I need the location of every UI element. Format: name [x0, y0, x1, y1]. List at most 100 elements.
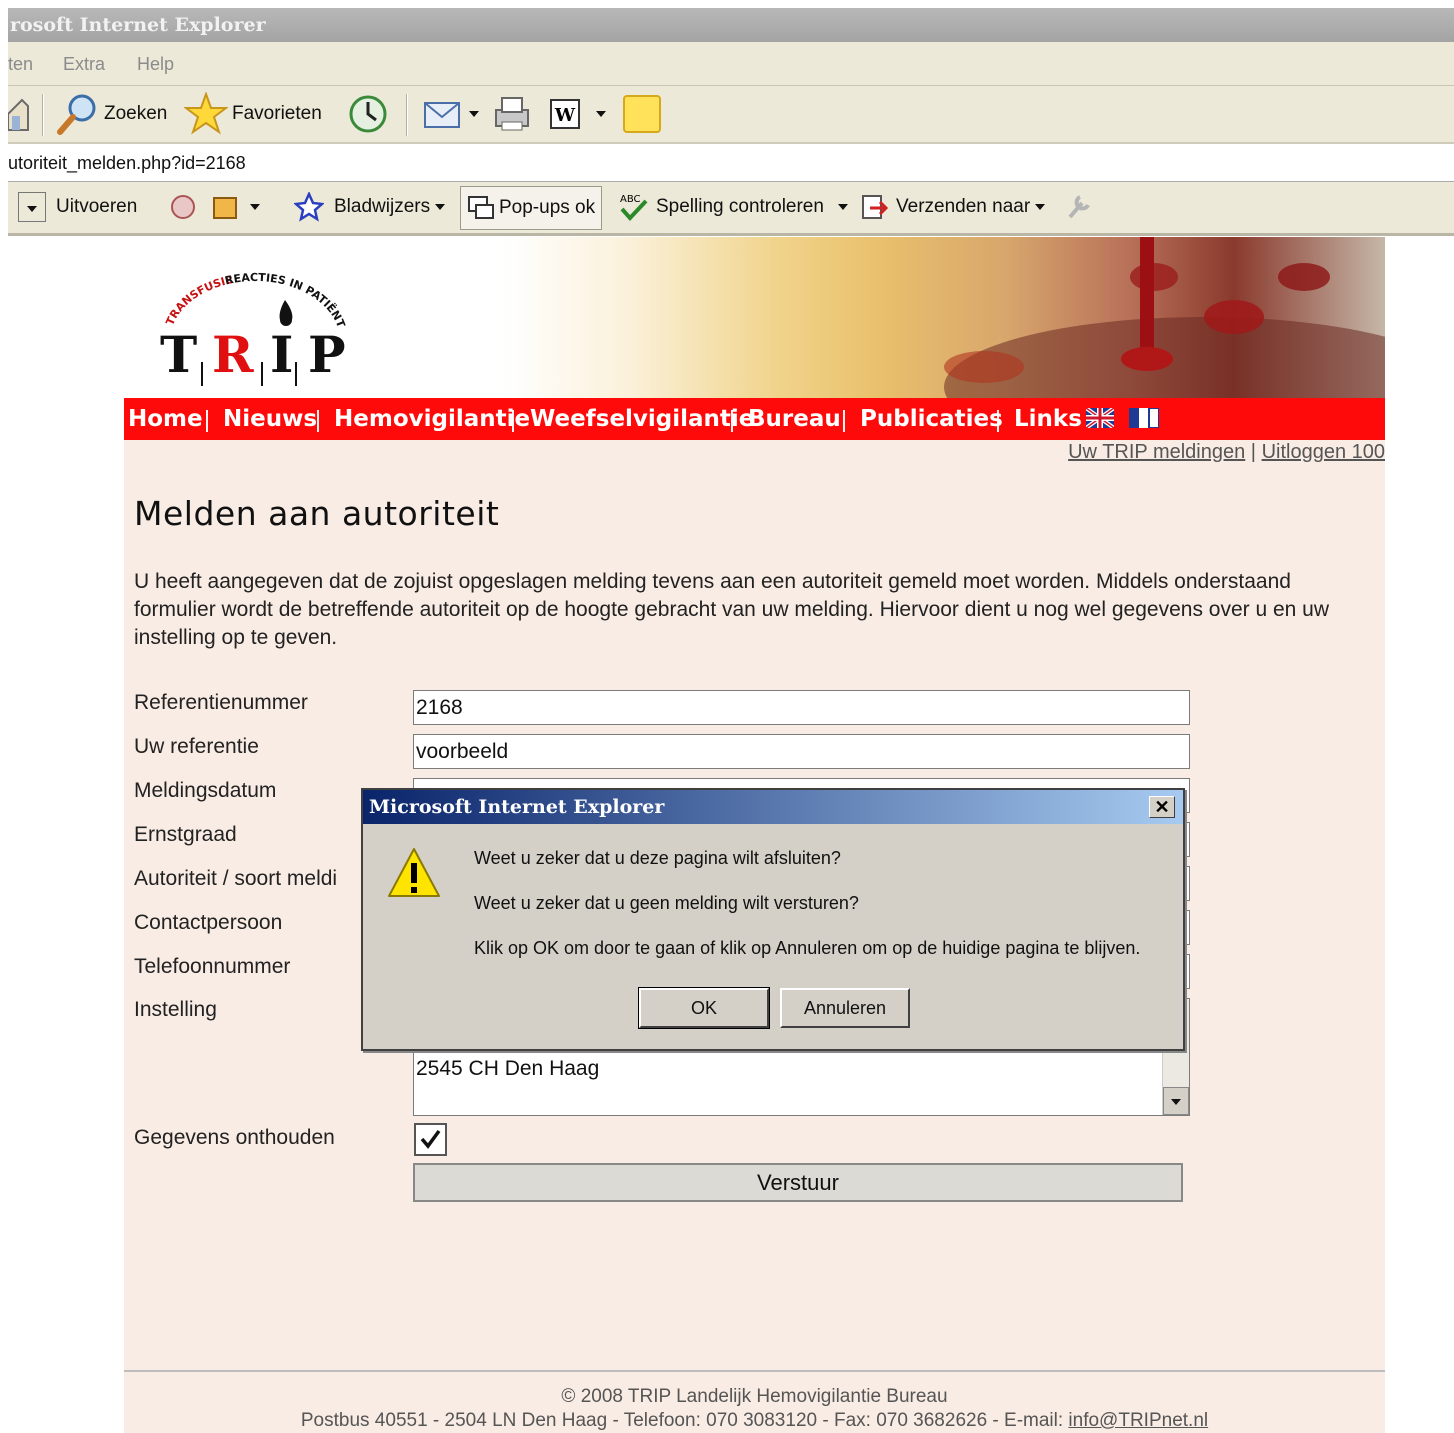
star-icon: [184, 92, 228, 135]
chevron-down-icon: [1035, 204, 1046, 210]
label-referentienummer: Referentienummer: [134, 691, 308, 714]
history-icon: [349, 95, 387, 133]
scroll-down-button[interactable]: [1163, 1087, 1189, 1115]
window-title-bar: rosoft Internet Explorer: [8, 8, 1454, 42]
nav-hemovigilantie[interactable]: Hemovigilantie: [334, 398, 530, 440]
warning-icon: [388, 848, 440, 897]
search-label: Zoeken: [104, 103, 168, 124]
close-icon: ✕: [1154, 797, 1170, 817]
dialog-title: Microsoft Internet Explorer: [369, 796, 665, 818]
mail-icon: [424, 102, 460, 128]
nav-separator: |: [995, 406, 1001, 432]
label-telefoonnummer: Telefoonnummer: [134, 955, 291, 978]
label-remember: Gegevens onthouden: [134, 1126, 335, 1149]
submit-button[interactable]: Verstuur: [413, 1163, 1183, 1202]
dialog-message-3: Klik op OK om door te gaan of klik op An…: [474, 938, 1141, 958]
label-ernstgraad: Ernstgraad: [134, 823, 237, 846]
flag-france-icon[interactable]: [1129, 408, 1159, 428]
label-autoriteit: Autoriteit / soort meldi: [134, 867, 338, 890]
nav-home[interactable]: Home: [128, 398, 203, 440]
send-to-button[interactable]: Verzenden naar: [860, 182, 1046, 232]
footer-email-link[interactable]: info@TRIPnet.nl: [1068, 1410, 1208, 1431]
dropdown-arrow-icon: [18, 192, 46, 222]
search-button[interactable]: Zoeken: [56, 86, 167, 142]
nav-weefselvigilantie[interactable]: Weefselvigilantie: [530, 398, 754, 440]
word-icon: W: [550, 99, 580, 129]
remember-checkbox[interactable]: [414, 1123, 447, 1156]
bookmark-star-icon: [294, 192, 324, 222]
svg-text:I: I: [270, 325, 293, 384]
user-links: Uw TRIP meldingen | Uitloggen 100: [1068, 441, 1385, 464]
flag-uk-icon[interactable]: [1086, 408, 1114, 428]
dialog-message-2: Weet u zeker dat u geen melding wilt ver…: [474, 893, 859, 913]
history-button[interactable]: [346, 86, 390, 142]
home-icon: [8, 98, 29, 131]
menu-item-help[interactable]: Help: [137, 54, 174, 75]
dialog-cancel-button[interactable]: Annuleren: [780, 988, 910, 1028]
favorites-label: Favorieten: [232, 103, 322, 124]
toolbar-separator: [42, 94, 43, 136]
home-button[interactable]: [8, 86, 30, 142]
sweep-icon: [171, 195, 195, 219]
nav-separator: |: [841, 406, 847, 432]
run-dropdown[interactable]: Uitvoeren: [18, 182, 137, 232]
svg-text:P: P: [308, 325, 346, 384]
toolbar-icons-group[interactable]: [168, 182, 260, 232]
main-navigation: Home | Nieuws | Hemovigilantie | Weefsel…: [124, 398, 1385, 440]
popup-window-icon: [468, 196, 494, 219]
edit-word-button[interactable]: W: [548, 86, 606, 142]
address-bar[interactable]: utoriteit_melden.php?id=2168: [8, 144, 1454, 182]
send-label: Verzenden naar: [896, 196, 1031, 217]
print-button[interactable]: [490, 86, 534, 142]
nav-publicaties[interactable]: Publicaties: [860, 398, 1003, 440]
nav-separator: |: [510, 406, 516, 432]
menu-item-extra[interactable]: Extra: [63, 54, 105, 75]
my-reports-link[interactable]: Uw TRIP meldingen: [1068, 441, 1245, 463]
label-uw-referentie: Uw referentie: [134, 735, 259, 758]
address-url: utoriteit_melden.php?id=2168: [8, 153, 246, 173]
menu-item-extra-partial[interactable]: ten: [8, 54, 33, 75]
svg-text:TRANSFUSIE: TRANSFUSIE: [163, 273, 234, 327]
uw-referentie-input[interactable]: voorbeeld: [413, 734, 1190, 769]
dialog-message-1: Weet u zeker dat u deze pagina wilt afsl…: [474, 848, 841, 868]
sticky-note-icon: [623, 95, 661, 133]
footer-address: Postbus 40551 - 2504 LN Den Haag - Telef…: [300, 1410, 1069, 1431]
svg-text:W: W: [554, 105, 576, 126]
trip-logo[interactable]: TRANSFUSIE REACTIES IN PATIËNTEN T R I P: [145, 240, 360, 390]
trip-logo-icon: TRANSFUSIE REACTIES IN PATIËNTEN T R I P: [145, 240, 348, 386]
chevron-down-icon: [1171, 1099, 1181, 1105]
label-meldingsdatum: Meldingsdatum: [134, 779, 277, 802]
nav-bureau[interactable]: Bureau: [748, 398, 841, 440]
popups-label: Pop-ups ok: [499, 197, 596, 218]
popups-button[interactable]: Pop-ups ok: [460, 186, 603, 230]
favorites-button[interactable]: Favorieten: [184, 86, 322, 142]
run-label: Uitvoeren: [56, 196, 138, 217]
footer-contact: Postbus 40551 - 2504 LN Den Haag - Telef…: [124, 1410, 1385, 1432]
toolbar-separator: [406, 94, 407, 136]
plugin-icon: [213, 197, 237, 219]
options-button[interactable]: [1064, 182, 1092, 232]
note-button[interactable]: [622, 86, 662, 142]
mail-button[interactable]: [422, 86, 479, 142]
label-instelling: Instelling: [134, 998, 217, 1021]
spelling-button[interactable]: ABC Spelling controleren: [618, 182, 848, 232]
referentienummer-input[interactable]: 2168: [413, 690, 1190, 725]
dialog-ok-button[interactable]: OK: [638, 987, 770, 1029]
menu-bar: ten Extra Help: [8, 42, 1454, 86]
send-icon: [862, 195, 889, 219]
spelling-label: Spelling controleren: [656, 196, 824, 217]
nav-nieuws[interactable]: Nieuws: [223, 398, 317, 440]
chevron-down-icon: [469, 111, 479, 117]
instelling-text: 2545 CH Den Haag: [416, 1057, 600, 1080]
nav-links[interactable]: Links: [1014, 398, 1082, 440]
nav-separator: |: [204, 406, 210, 432]
bookmarks-button[interactable]: Bladwijzers: [294, 182, 446, 232]
svg-text:R: R: [212, 325, 254, 384]
standard-toolbar: Zoeken Favorieten W: [8, 86, 1454, 144]
links-toolbar: Uitvoeren Bladwijzers Pop-ups ok ABC Spe…: [8, 182, 1454, 236]
svg-text:ABC: ABC: [620, 194, 641, 205]
dialog-close-button[interactable]: ✕: [1149, 796, 1175, 818]
printer-icon: [495, 97, 529, 131]
logout-link[interactable]: Uitloggen 100: [1262, 441, 1385, 463]
user-links-separator: |: [1250, 441, 1256, 463]
